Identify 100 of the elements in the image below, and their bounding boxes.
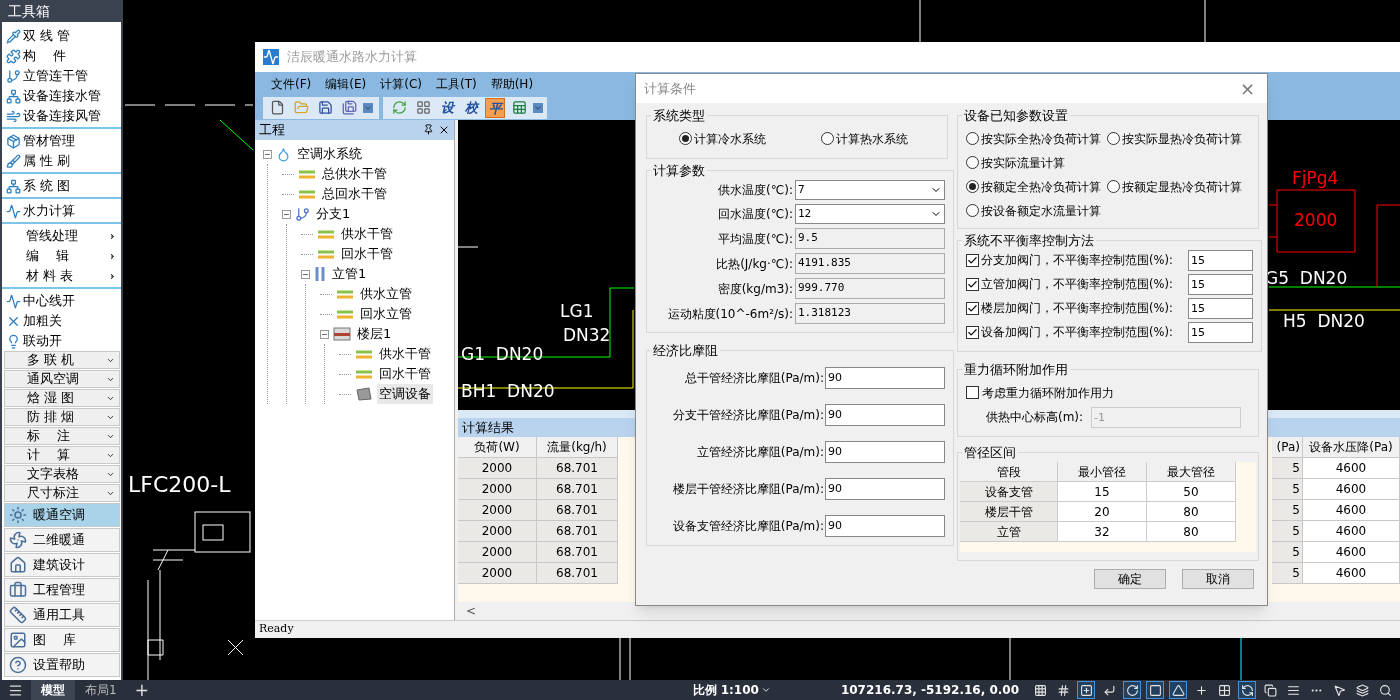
layout-tab[interactable]: 布局1 [75, 680, 127, 700]
tool-button[interactable]: 系 统 图 [2, 176, 121, 196]
radio-option[interactable]: 计算热水系统 [821, 129, 908, 148]
select-field[interactable]: 7 [795, 180, 945, 200]
tree-item[interactable]: 楼层1 [355, 324, 394, 344]
scale-dropdown[interactable]: 比例 1:100 [692, 681, 771, 699]
dialog-button[interactable]: 确定 [1094, 569, 1166, 589]
dropdown-button[interactable]: 尺寸标注 [4, 484, 120, 502]
close-button[interactable]: × [1235, 79, 1259, 98]
input-field[interactable]: 90 [825, 514, 945, 537]
expander-icon[interactable] [301, 269, 310, 279]
layout-tab[interactable]: 模型 [31, 680, 75, 700]
status-toggle-button[interactable] [1353, 681, 1371, 699]
menu-icon[interactable] [8, 682, 23, 698]
expander-icon[interactable] [320, 329, 329, 339]
expander-icon[interactable] [282, 209, 291, 219]
toolbar-button[interactable]: 校 [461, 97, 481, 118]
radio-icon[interactable] [1107, 180, 1120, 193]
radio-icon[interactable] [966, 132, 979, 145]
radio-icon[interactable] [679, 132, 692, 145]
status-toggle-button[interactable] [1077, 681, 1095, 699]
module-button[interactable]: 通用工具 [4, 603, 120, 627]
tree-item[interactable]: 供水干管 [377, 344, 433, 364]
tool-button[interactable]: 构 件 [2, 46, 121, 66]
tree-item[interactable]: 空调水系统 [295, 144, 364, 164]
scroll-left-button[interactable]: < [466, 602, 477, 620]
dropdown-button[interactable]: 通风空调 [4, 370, 120, 388]
status-toggle-button[interactable] [1261, 681, 1279, 699]
status-toggle-button[interactable] [1238, 681, 1256, 699]
tree-item[interactable]: 供水干管 [339, 224, 395, 244]
dialog-button[interactable]: 取消 [1182, 569, 1254, 589]
input-field[interactable]: 15 [1188, 250, 1253, 271]
radio-option[interactable]: 按实际流量计算 [966, 153, 1065, 172]
input-field[interactable]: 90 [825, 366, 945, 389]
input-field[interactable]: 90 [825, 477, 945, 500]
submenu-item[interactable]: 材 料 表 [2, 266, 121, 286]
tree-item[interactable]: 回水立管 [358, 304, 414, 324]
checkbox[interactable] [966, 254, 979, 267]
radio-option[interactable]: 按额定全热冷负荷计算 [966, 177, 1101, 196]
tool-button[interactable]: 水力计算 [2, 201, 121, 221]
dropdown-button[interactable]: 防 排 烟 [4, 408, 120, 426]
module-button[interactable]: 设置帮助 [4, 653, 120, 677]
module-button[interactable]: 二维暖通 [4, 528, 120, 552]
module-button[interactable]: 图 库 [4, 628, 120, 652]
checkbox[interactable] [966, 278, 979, 291]
menu-item[interactable]: 计算(C) [380, 74, 422, 93]
input-field[interactable]: 15 [1188, 274, 1253, 295]
close-icon[interactable] [438, 124, 450, 136]
tree-item[interactable]: 立管1 [330, 264, 369, 284]
radio-icon[interactable] [966, 180, 979, 193]
tree-item[interactable]: 总回水干管 [320, 184, 389, 204]
tree-item[interactable]: 回水干管 [339, 244, 395, 264]
submenu-item[interactable]: 管线处理 [2, 226, 121, 246]
input-field[interactable]: 15 [1188, 298, 1253, 319]
radio-option[interactable]: 按额定显热冷负荷计算 [1107, 177, 1242, 196]
tool-button[interactable]: 设备连接风管 [2, 106, 121, 126]
tree-item[interactable]: 总供水干管 [320, 164, 389, 184]
overflow-icon[interactable] [533, 102, 543, 113]
tool-button[interactable]: 管材管理 [2, 131, 121, 151]
overflow-icon[interactable] [363, 102, 373, 113]
checkbox[interactable] [966, 302, 979, 315]
dropdown-button[interactable]: 计 算 [4, 446, 120, 464]
pin-icon[interactable] [423, 124, 434, 135]
select-field[interactable]: 12 [795, 204, 945, 224]
menu-item[interactable]: 编辑(E) [325, 74, 367, 93]
status-toggle-button[interactable] [1146, 681, 1164, 699]
radio-option[interactable]: 按实际全热冷负荷计算 [966, 129, 1101, 148]
radio-option[interactable]: 计算冷水系统 [679, 129, 766, 148]
expander-icon[interactable] [263, 149, 272, 159]
radio-icon[interactable] [1107, 132, 1120, 145]
dropdown-button[interactable]: 多 联 机 [4, 351, 120, 369]
radio-icon[interactable] [966, 156, 979, 169]
tool-button[interactable]: 双 线 管 [2, 26, 121, 46]
menu-item[interactable]: 帮助(H) [490, 74, 534, 93]
module-button[interactable]: 工程管理 [4, 578, 120, 602]
add-tab-button[interactable]: + [134, 681, 149, 699]
input-field[interactable]: 90 [825, 440, 945, 463]
tool-button[interactable]: 联动开 [2, 331, 121, 351]
tool-button[interactable]: 中心线开 [2, 291, 121, 311]
checkbox[interactable] [966, 326, 979, 339]
menu-item[interactable]: 工具(T) [435, 74, 477, 93]
tree-item[interactable]: 供水立管 [358, 284, 414, 304]
radio-option[interactable]: 按设备额定水流量计算 [966, 201, 1101, 220]
radio-option[interactable]: 按实际显热冷负荷计算 [1107, 129, 1242, 148]
submenu-item[interactable]: 编 辑 [2, 246, 121, 266]
status-toggle-button[interactable] [1169, 681, 1187, 699]
tree-item[interactable]: 分支1 [314, 204, 353, 224]
tool-button[interactable]: 立管连干管 [2, 66, 121, 86]
tool-button[interactable]: 加粗关 [2, 311, 121, 331]
tree-item[interactable]: 空调设备 [377, 384, 433, 404]
toolbar-button[interactable]: 平 [485, 97, 505, 118]
tree-item[interactable]: 回水干管 [377, 364, 433, 384]
radio-icon[interactable] [966, 204, 979, 217]
input-field[interactable]: 90 [825, 403, 945, 426]
dropdown-button[interactable]: 焓 湿 图 [4, 389, 120, 407]
module-button[interactable]: 暖通空调 [4, 503, 120, 527]
dropdown-button[interactable]: 标 注 [4, 427, 120, 445]
checkbox[interactable] [966, 386, 979, 399]
dropdown-button[interactable]: 文字表格 [4, 465, 120, 483]
status-toggle-button[interactable] [1123, 681, 1141, 699]
